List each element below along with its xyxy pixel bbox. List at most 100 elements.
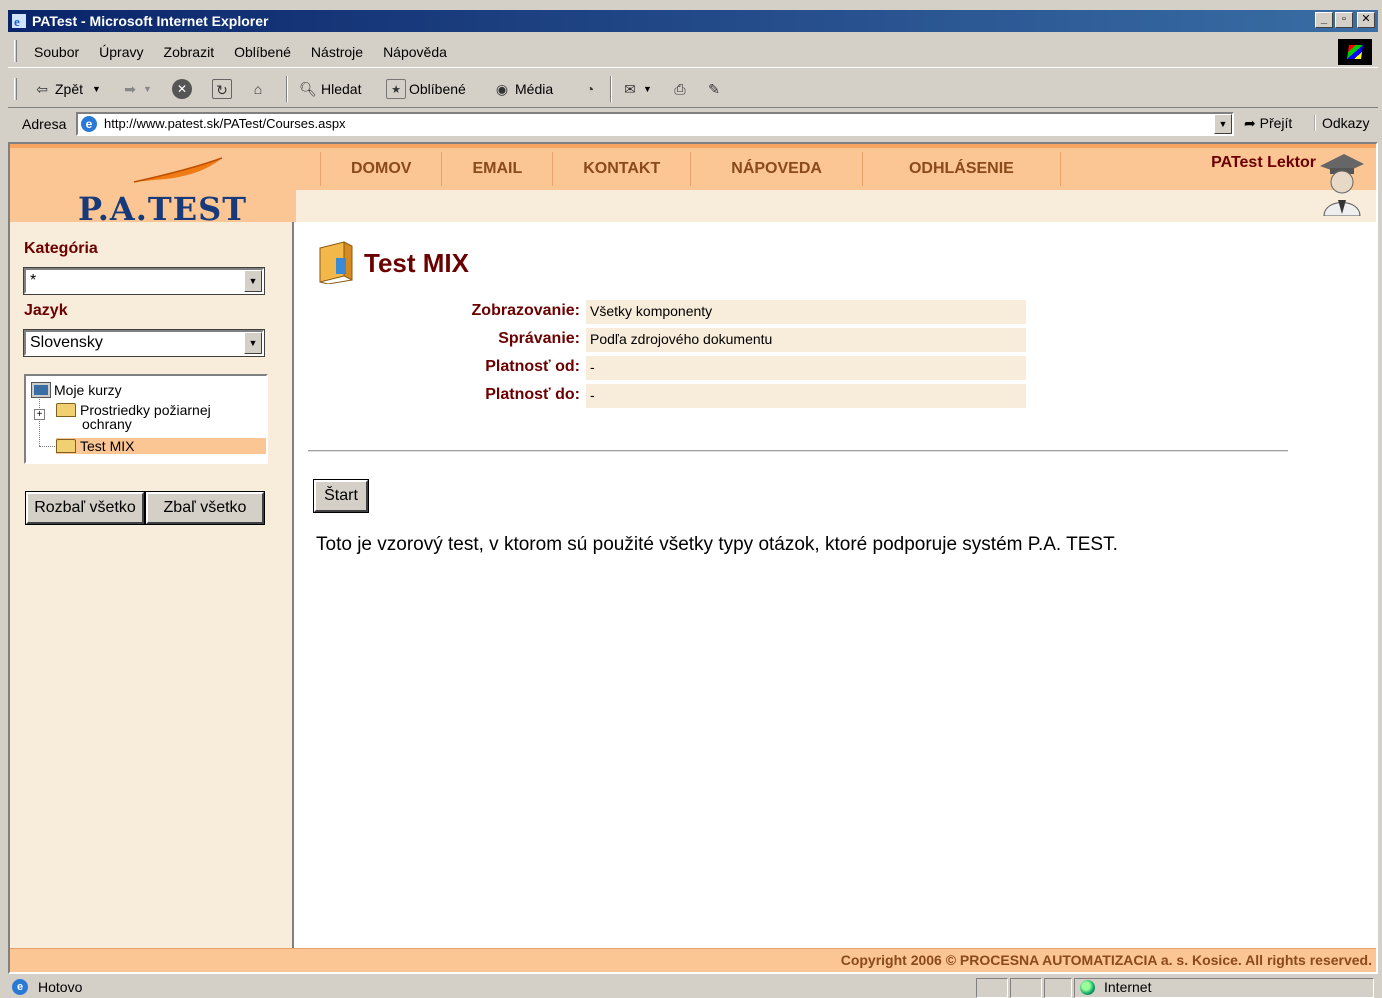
category-select[interactable]: * ▼: [23, 267, 265, 295]
media-button[interactable]: ◉ Média: [492, 78, 553, 100]
tree-line: [39, 446, 55, 447]
quill-logo-icon: [133, 157, 223, 183]
links-button[interactable]: Odkazy: [1314, 115, 1369, 131]
menu-edit[interactable]: Úpravy: [99, 44, 143, 60]
address-input[interactable]: e http://www.patest.sk/PATest/Courses.as…: [76, 112, 1234, 136]
course-description: Toto je vzorový test, v ktorom sú použit…: [316, 534, 1118, 555]
back-button[interactable]: ⇦ Zpět ▼: [32, 78, 101, 100]
tree-node-label: Moje kurzy: [54, 382, 122, 398]
folder-icon: [56, 439, 76, 453]
menu-tools[interactable]: Nástroje: [311, 44, 363, 60]
property-label: Správanie:: [498, 330, 580, 347]
main-content: Test MIX Zobrazovanie: Všetky komponenty…: [296, 222, 1376, 948]
tree-node-test-mix[interactable]: Test MIX: [56, 438, 266, 454]
tree-node-label: Test MIX: [80, 438, 135, 454]
course-tree: Moje kurzy + Prostriedky požiarnej ochra…: [24, 374, 268, 464]
mail-icon: ✉: [624, 81, 636, 97]
property-value: Podľa zdrojového dokumentu: [586, 328, 1026, 352]
language-select[interactable]: Slovensky ▼: [23, 329, 265, 357]
favorites-label: Oblíbené: [409, 81, 466, 97]
forward-dropdown-icon[interactable]: ▼: [143, 84, 152, 94]
status-pane: [976, 978, 1008, 998]
main-nav: DOMOV EMAIL KONTAKT NÁPOVEDA ODHLÁSENIE: [320, 152, 1061, 186]
address-dropdown-button[interactable]: ▼: [1214, 114, 1232, 134]
language-label: Jazyk: [24, 302, 68, 319]
expand-icon[interactable]: +: [34, 409, 45, 420]
page-status-icon: e: [12, 979, 28, 995]
chevron-down-icon[interactable]: ▼: [244, 270, 262, 292]
standard-toolbar: ⇦ Zpět ▼ ➡ ▼ ✕ ↻ ⌂ 🔍︎ Hledat ★ Oblíbené …: [8, 70, 1378, 108]
nav-home[interactable]: DOMOV: [320, 152, 441, 186]
status-text: Hotovo: [38, 979, 83, 995]
maximize-button[interactable]: ▫: [1335, 12, 1353, 28]
chevron-down-icon[interactable]: ▼: [244, 332, 262, 354]
menu-view[interactable]: Zobrazit: [164, 44, 215, 60]
property-row: Správanie: Podľa zdrojového dokumentu: [396, 328, 1026, 352]
start-button[interactable]: Štart: [313, 479, 369, 513]
category-value: *: [30, 272, 37, 289]
nav-email[interactable]: EMAIL: [441, 152, 552, 186]
tree-node-fire-protection[interactable]: Prostriedky požiarnej ochrany: [56, 402, 211, 432]
address-bar: Adresa e http://www.patest.sk/PATest/Cou…: [8, 110, 1378, 138]
toolbar-grip[interactable]: [14, 78, 17, 100]
mail-dropdown-icon[interactable]: ▼: [643, 84, 652, 94]
book-icon: [319, 241, 353, 284]
close-button[interactable]: ✕: [1357, 12, 1375, 28]
nav-contact[interactable]: KONTAKT: [552, 152, 690, 186]
globe-icon: [1080, 980, 1095, 995]
history-button[interactable]: ◔: [580, 78, 600, 100]
expand-all-button[interactable]: Rozbaľ všetko: [25, 491, 145, 525]
property-row: Platnosť od: -: [396, 356, 1026, 380]
nav-help[interactable]: NÁPOVEDA: [690, 152, 862, 186]
nav-logout[interactable]: ODHLÁSENIE: [861, 152, 1061, 186]
go-arrow-icon: ➦: [1244, 115, 1260, 131]
tree-line: [39, 394, 40, 446]
page-viewport[interactable]: P.A.TEST DOMOV EMAIL KONTAKT NÁPOVEDA OD…: [8, 142, 1378, 974]
monitor-icon: [31, 382, 51, 398]
menu-bar: Soubor Úpravy Zobrazit Oblíbené Nástroje…: [8, 34, 1378, 68]
property-value: -: [586, 384, 1026, 408]
history-icon: ◔: [585, 81, 595, 97]
stop-button[interactable]: ✕: [172, 78, 192, 100]
property-label: Platnosť od:: [485, 358, 580, 375]
menu-file[interactable]: Soubor: [34, 44, 79, 60]
search-button[interactable]: 🔍︎ Hledat: [298, 78, 361, 100]
back-arrow-icon: ⇦: [36, 81, 48, 97]
language-value: Slovensky: [30, 334, 103, 351]
home-button[interactable]: ⌂: [248, 78, 268, 100]
collapse-all-button[interactable]: Zbaľ všetko: [145, 491, 265, 525]
menu-help[interactable]: Nápověda: [383, 44, 447, 60]
site-header: P.A.TEST DOMOV EMAIL KONTAKT NÁPOVEDA OD…: [10, 144, 1376, 228]
folder-icon: [56, 403, 76, 417]
menu-favorites[interactable]: Oblíbené: [234, 44, 291, 60]
status-bar: e Hotovo Internet: [8, 976, 1378, 998]
print-button[interactable]: ⎙: [670, 78, 690, 100]
lecturer-avatar-icon: [1320, 154, 1364, 216]
user-name: PATest Lektor: [1211, 154, 1316, 171]
site-logo[interactable]: P.A.TEST: [10, 148, 296, 228]
edit-button[interactable]: ✎: [704, 78, 724, 100]
back-label: Zpět: [55, 81, 84, 97]
toolbar-separator: [286, 76, 288, 102]
go-label: Přejít: [1259, 115, 1293, 131]
menubar-grip[interactable]: [14, 40, 17, 62]
minimize-button[interactable]: _: [1315, 12, 1333, 28]
go-button[interactable]: ➦ Přejít: [1244, 115, 1292, 132]
property-row: Platnosť do: -: [396, 384, 1026, 408]
property-label: Platnosť do:: [485, 386, 580, 403]
forward-button[interactable]: ➡ ▼: [120, 78, 152, 100]
property-value: Všetky komponenty: [586, 300, 1026, 324]
media-label: Média: [515, 81, 554, 97]
category-label: Kategória: [24, 240, 98, 257]
property-label: Zobrazovanie:: [471, 302, 580, 319]
favorites-button[interactable]: ★ Oblíbené: [386, 78, 466, 100]
tree-node-label-cont: ochrany: [82, 416, 132, 432]
property-row: Zobrazovanie: Všetky komponenty: [396, 300, 1026, 324]
refresh-button[interactable]: ↻: [212, 78, 232, 100]
favorites-icon: ★: [386, 79, 406, 99]
tree-node-my-courses[interactable]: Moje kurzy: [31, 382, 122, 398]
mail-button[interactable]: ✉ ▼: [620, 78, 652, 100]
back-dropdown-icon[interactable]: ▼: [92, 84, 101, 94]
title-bar[interactable]: e PATest - Microsoft Internet Explorer _…: [8, 10, 1378, 32]
browser-window: e PATest - Microsoft Internet Explorer _…: [0, 0, 1382, 998]
